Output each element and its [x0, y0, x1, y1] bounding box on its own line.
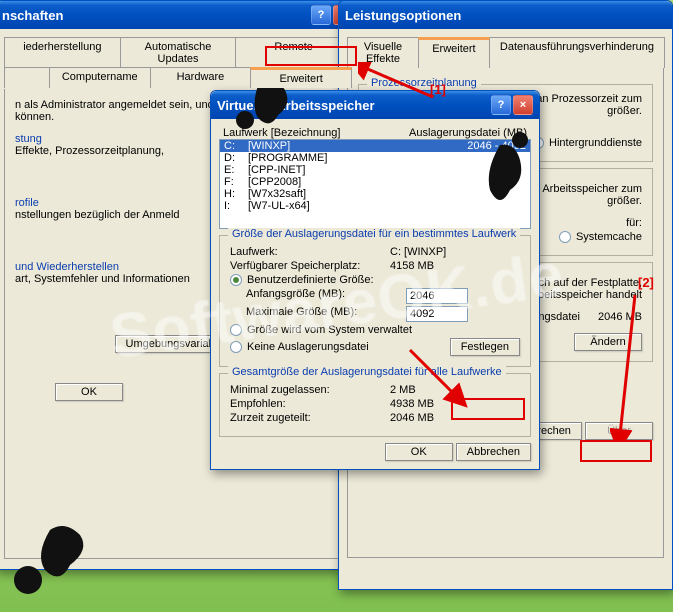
vm-ok-button[interactable]: OK	[385, 443, 453, 461]
mem-cache-label: Systemcache	[576, 231, 642, 243]
vm-close-button[interactable]: ×	[513, 95, 533, 115]
list-header-drive: Laufwerk [Bezeichnung]	[223, 127, 409, 139]
total-pagefile-legend: Gesamtgröße der Auslagerungsdatei für al…	[228, 366, 506, 378]
total-cur-value: 2046 MB	[390, 412, 434, 424]
properties-tabs: iederherstellung Automatische Updates Re…	[4, 37, 351, 89]
radio-no-pagefile[interactable]: Keine Auslagerungsdatei	[230, 341, 450, 353]
tab-remote[interactable]: Remote	[235, 37, 352, 68]
radio-system-label: Größe wird vom System verwaltet	[247, 324, 412, 336]
vm-label: ngsdatei	[538, 311, 580, 323]
initial-size-label: Anfangsgröße (MB):	[246, 288, 406, 304]
annotation-2: [2]	[638, 275, 654, 290]
set-button[interactable]: Festlegen	[450, 338, 520, 356]
drive-list[interactable]: C: [WINXP] 2046 - 4092 D: [PROGRAMME] E:…	[219, 139, 531, 229]
performance-options-titlebar: Leistungsoptionen	[339, 1, 672, 29]
total-rec-label: Empfohlen:	[230, 398, 390, 410]
startup-heading: und Wiederherstellen	[15, 261, 119, 273]
max-size-input[interactable]	[406, 306, 468, 322]
freespace-label: Verfügbarer Speicherplatz:	[230, 260, 390, 272]
total-min-value: 2 MB	[390, 384, 416, 396]
vm-help-button[interactable]: ?	[491, 95, 511, 115]
tab-dep[interactable]: Datenausführungsverhinderung	[489, 37, 665, 68]
drive-label: Laufwerk:	[230, 246, 390, 258]
radio-none-label: Keine Auslagerungsdatei	[247, 341, 369, 353]
total-min-label: Minimal zugelassen:	[230, 384, 390, 396]
drive-row[interactable]: I: [W7-UL-x64]	[220, 200, 530, 212]
drive-row[interactable]: C: [WINXP] 2046 - 4092	[220, 140, 530, 152]
performance-heading: stung	[15, 133, 42, 145]
system-properties-titlebar: nschaften ? ×	[0, 1, 359, 29]
drive-row[interactable]: H: [W7x32saft]	[220, 188, 530, 200]
performance-options-title: Leistungsoptionen	[345, 8, 666, 23]
drive-pagefile-legend: Größe der Auslagerungsdatei für ein best…	[228, 228, 520, 240]
freespace-value: 4158 MB	[390, 260, 520, 272]
radio-custom-size[interactable]: Benutzerdefinierte Größe:	[230, 274, 520, 286]
total-pagefile-group: Gesamtgröße der Auslagerungsdatei für al…	[219, 373, 531, 437]
perf-apply-button[interactable]: Über	[585, 422, 653, 440]
cpu-bg-label: Hintergrunddienste	[549, 137, 642, 149]
max-size-label: Maximale Größe (MB):	[246, 306, 406, 322]
drive-row[interactable]: E: [CPP-INET]	[220, 164, 530, 176]
drive-value: C: [WINXP]	[390, 246, 520, 258]
tab-advanced[interactable]: Erweitert	[250, 67, 352, 88]
annotation-1: [1]	[430, 82, 446, 97]
tab-visual[interactable]: Visuelle Effekte	[347, 37, 419, 68]
virtual-memory-title: Virtueller Arbeitsspeicher	[217, 98, 489, 113]
vm-size: 2046 MB	[598, 311, 642, 323]
tab-hardware[interactable]: Hardware	[150, 67, 252, 88]
drive-row[interactable]: F: [CPP2008]	[220, 176, 530, 188]
radio-icon	[559, 231, 571, 243]
total-rec-value: 4938 MB	[390, 398, 434, 410]
perf-tabs: Visuelle Effekte Erweitert Datenausführu…	[347, 37, 664, 68]
drive-pagefile-group: Größe der Auslagerungsdatei für ein best…	[219, 235, 531, 367]
radio-system-managed[interactable]: Größe wird vom System verwaltet	[230, 324, 520, 336]
system-properties-title: nschaften	[2, 8, 309, 23]
initial-size-input[interactable]	[406, 288, 468, 304]
tab-general[interactable]	[4, 67, 50, 88]
profiles-heading: rofile	[15, 197, 39, 209]
radio-custom-label: Benutzerdefinierte Größe:	[247, 274, 374, 286]
radio-icon	[230, 341, 242, 353]
radio-icon	[230, 274, 242, 286]
change-button[interactable]: Ändern	[574, 333, 642, 351]
tab-updates[interactable]: Automatische Updates	[120, 37, 237, 68]
tab-restore[interactable]: iederherstellung	[4, 37, 121, 68]
vm-cancel-button[interactable]: Abbrechen	[456, 443, 531, 461]
virtual-memory-window: Virtueller Arbeitsspeicher ? × Laufwerk …	[210, 90, 540, 470]
radio-icon	[230, 324, 242, 336]
virtual-memory-titlebar: Virtueller Arbeitsspeicher ? ×	[211, 91, 539, 119]
cpu-legend: Prozessorzeitplanung	[367, 77, 481, 89]
total-cur-label: Zurzeit zugeteilt:	[230, 412, 390, 424]
ok-button[interactable]: OK	[55, 383, 123, 401]
tab-perf-advanced[interactable]: Erweitert	[418, 37, 490, 68]
tab-computername[interactable]: Computername	[49, 67, 151, 88]
help-button[interactable]: ?	[311, 5, 331, 25]
list-header-pagefile: Auslagerungsdatei (MB)	[409, 127, 527, 139]
drive-row[interactable]: D: [PROGRAMME]	[220, 152, 530, 164]
